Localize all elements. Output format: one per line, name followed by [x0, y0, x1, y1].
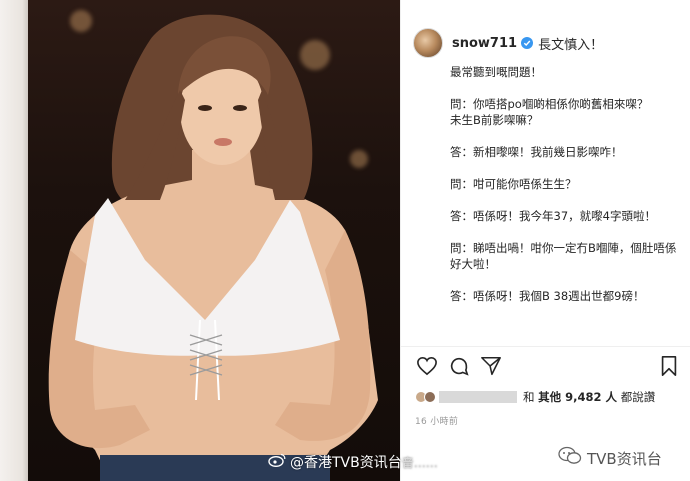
post-caption: 最常聽到嘅問題！ 問：你唔搭po嗰啲相係你啲舊相來㗎？ 未生B前影㗎嘛？ 答：新…	[450, 64, 678, 304]
caption-line: 問：咁可能你唔係生生？	[450, 177, 577, 191]
bookmark-icon[interactable]	[657, 354, 681, 378]
avatar[interactable]	[413, 28, 443, 58]
post-timestamp[interactable]: 16 小時前	[415, 414, 458, 427]
caption-line: 答：唔係呀！我個B 38週出世都9磅！	[450, 289, 645, 303]
wechat-account: TVB资讯台	[587, 449, 662, 468]
caption-line: 問：睇唔出喎！咁你一定冇B嗰陣，個肚唔係好大啦！	[450, 241, 677, 271]
weibo-watermark: @香港TVB资讯台 音……	[268, 452, 438, 472]
post-header: snow711 長文慎入！	[413, 28, 603, 58]
caption-line: 答：新相嚟㗎！我前幾日影㗎咋！	[450, 145, 623, 159]
username-link[interactable]: snow711	[452, 36, 517, 51]
likes-and: 和	[523, 390, 535, 404]
post-photo[interactable]	[0, 0, 400, 481]
weibo-logo-icon	[268, 453, 286, 471]
divider	[401, 346, 690, 347]
wechat-logo-icon	[558, 446, 582, 470]
likes-count[interactable]: 其他 9,482 人	[538, 389, 617, 405]
woman-figure-illustration	[48, 14, 378, 481]
verified-icon	[521, 37, 534, 49]
share-icon[interactable]	[479, 354, 503, 378]
wechat-watermark: TVB资讯台	[558, 446, 662, 470]
header-caption: 長文慎入！	[538, 37, 604, 53]
likes-suffix: 都說讚	[620, 390, 656, 404]
comment-icon[interactable]	[447, 354, 471, 378]
caption-line: 未生B前影㗎嘛？	[450, 113, 539, 127]
likes-summary[interactable]: 和 其他 9,482 人 都說讚	[415, 388, 655, 406]
caption-line: 最常聽到嘅問題！	[450, 65, 542, 79]
blurred-liker-name	[439, 391, 517, 403]
liker-avatars	[415, 391, 436, 403]
post-side-panel: snow711 長文慎入！ 最常聽到嘅問題！ 問：你唔搭po嗰啲相係你啲舊相來㗎…	[400, 0, 690, 481]
post-actions	[415, 354, 681, 380]
heart-icon[interactable]	[415, 354, 439, 378]
weibo-trailing: 音……	[401, 455, 438, 470]
caption-line: 問：你唔搭po嗰啲相係你啲舊相來㗎？	[450, 97, 649, 111]
weibo-handle: @香港TVB资讯台	[290, 455, 402, 471]
caption-line: 答：唔係呀！我今年37，就嚟4字頭啦！	[450, 209, 656, 223]
